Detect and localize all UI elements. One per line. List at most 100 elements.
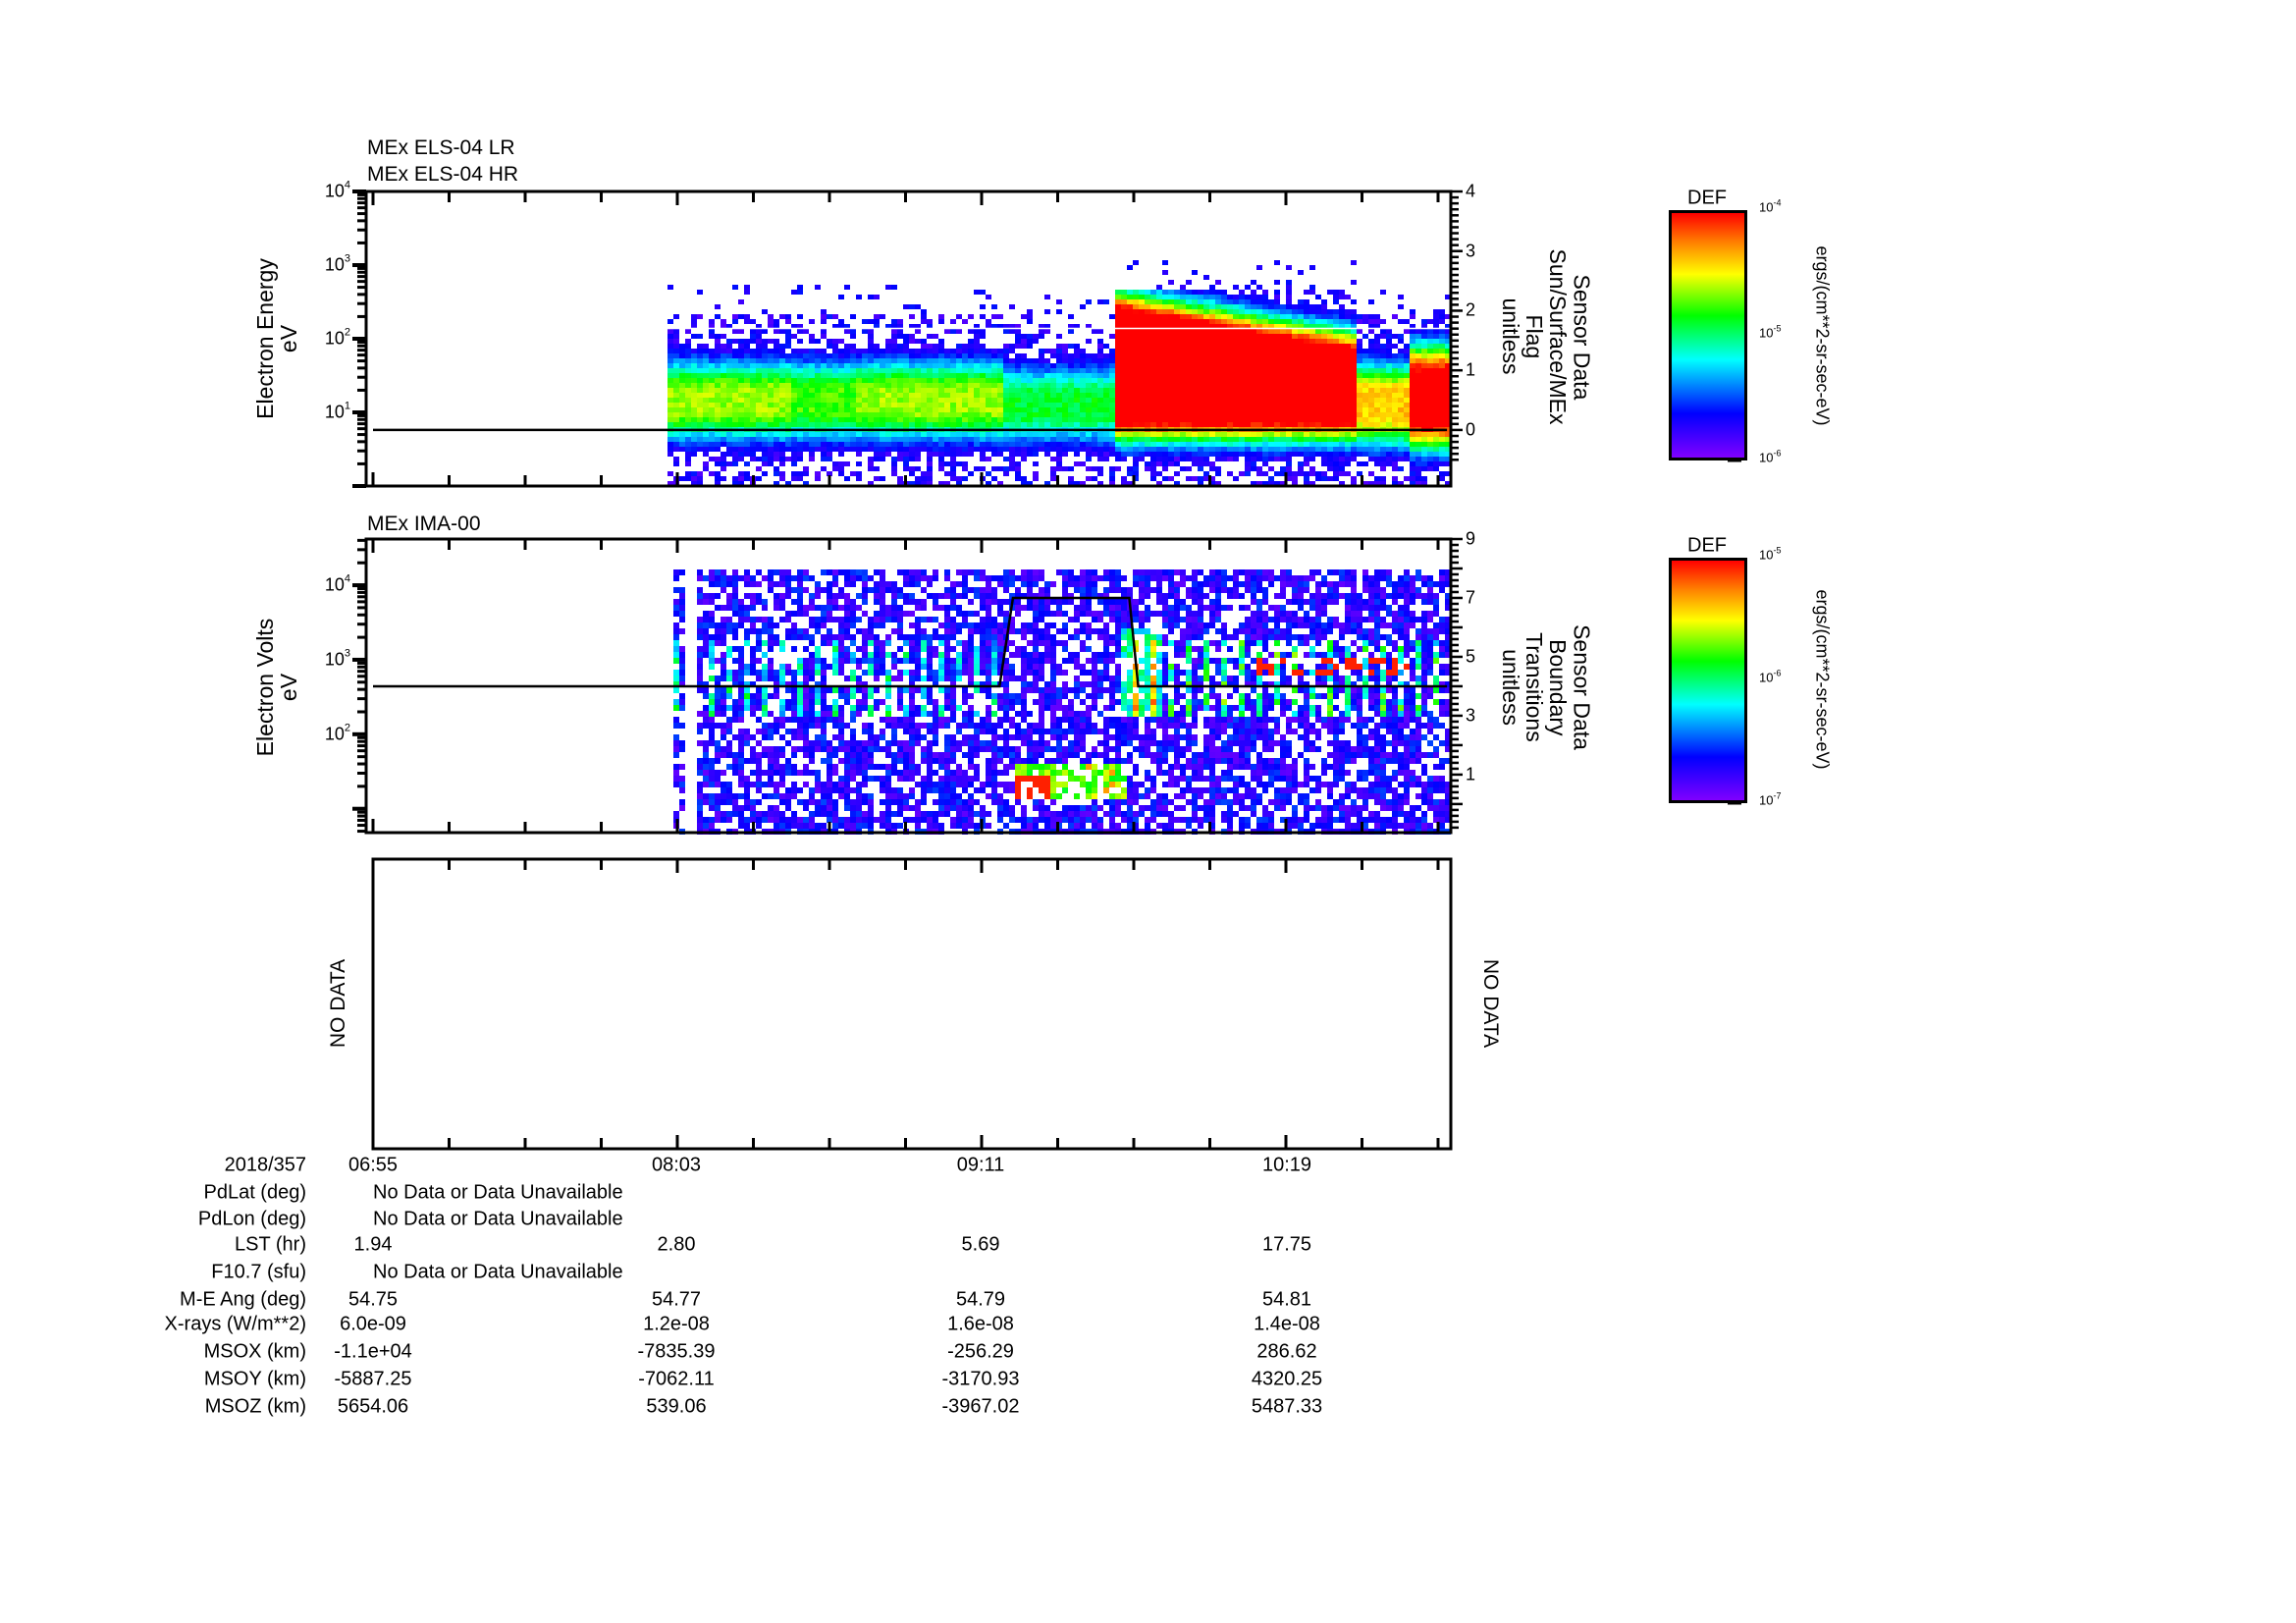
heatmap-cell [1304, 442, 1309, 447]
heatmap-cell [950, 457, 956, 461]
heatmap-cell [1221, 412, 1227, 417]
heatmap-cell [897, 442, 903, 447]
heatmap-cell [997, 398, 1003, 403]
heatmap-cell [703, 717, 709, 723]
heatmap-cell [827, 799, 832, 805]
heatmap-cell [903, 358, 909, 363]
heatmap-cell [1203, 417, 1209, 422]
heatmap-cell [1050, 383, 1056, 388]
heatmap-cell [1368, 417, 1374, 422]
heatmap-cell [821, 811, 827, 817]
heatmap-cell [1304, 304, 1309, 309]
heatmap-cell [703, 403, 709, 407]
heatmap-cell [815, 811, 821, 817]
heatmap-cell [874, 344, 880, 349]
heatmap-cell [1304, 407, 1309, 412]
heatmap-cell [709, 758, 715, 764]
heatmap-cell [673, 699, 679, 705]
heatmap-cell [1062, 353, 1068, 358]
heatmap-cell [1180, 353, 1186, 358]
heatmap-cell [1286, 412, 1292, 417]
heatmap-cell [1351, 452, 1357, 457]
heatmap-cell [1339, 388, 1345, 393]
heatmap-cell [1421, 466, 1427, 471]
heatmap-cell [1003, 388, 1009, 393]
heatmap-cell [1351, 314, 1357, 319]
heatmap-cell [1103, 447, 1109, 452]
heatmap-cell [1251, 339, 1256, 344]
heatmap-cell [880, 383, 885, 388]
heatmap-cell [1427, 344, 1433, 349]
heatmap-cell [1221, 422, 1227, 427]
heatmap-cell [950, 358, 956, 363]
heatmap-cell [1262, 363, 1268, 368]
heatmap-cell [1209, 432, 1215, 437]
heatmap-cell [1327, 368, 1333, 373]
heatmap-cell [726, 575, 732, 581]
heatmap-cell [915, 388, 921, 393]
heatmap-cell [1203, 388, 1209, 393]
heatmap-cell [997, 466, 1003, 471]
heatmap-cell [885, 378, 891, 383]
heatmap-cell [1174, 344, 1180, 349]
heatmap-cell [827, 403, 832, 407]
heatmap-cell [1433, 378, 1439, 383]
heatmap-cell [762, 664, 768, 670]
heatmap-cell [921, 407, 927, 412]
heatmap-cell [832, 670, 838, 676]
heatmap-cell [1262, 422, 1268, 427]
heatmap-cell [991, 417, 997, 422]
heatmap-cell [1174, 290, 1180, 295]
heatmap-cell [1033, 447, 1039, 452]
heatmap-cell [933, 368, 938, 373]
heatmap-cell [797, 634, 803, 640]
heatmap-cell [944, 447, 950, 452]
heatmap-cell [1386, 442, 1392, 447]
heatmap-cell [1439, 368, 1445, 373]
heatmap-cell [673, 587, 679, 593]
heatmap-cell [1033, 383, 1039, 388]
heatmap-cell [744, 729, 750, 734]
heatmap-cell [1404, 422, 1410, 427]
heatmap-cell [1209, 299, 1215, 304]
heatmap-cell [927, 398, 933, 403]
heatmap-cell [874, 358, 880, 363]
heatmap-cell [921, 398, 927, 403]
heatmap-cell [827, 811, 832, 817]
heatmap-cell [738, 805, 744, 811]
heatmap-cell [1321, 344, 1327, 349]
heatmap-cell [1156, 452, 1162, 457]
heatmap-cell [1415, 383, 1421, 388]
heatmap-cell [1109, 476, 1115, 481]
heatmap-cell [715, 442, 721, 447]
heatmap-cell [774, 442, 779, 447]
heatmap-cell [726, 461, 732, 466]
heatmap-cell [732, 634, 738, 640]
heatmap-cell [738, 622, 744, 628]
heatmap-cell [933, 344, 938, 349]
heatmap-cell [703, 388, 709, 393]
heatmap-cell [1304, 368, 1309, 373]
heatmap-cell [774, 746, 779, 752]
heatmap-cell [1074, 349, 1080, 353]
heatmap-cell [709, 776, 715, 782]
heatmap-cell [986, 368, 991, 373]
heatmap-cell [1286, 466, 1292, 471]
heatmap-cell [1304, 417, 1309, 422]
heatmap-cell [697, 437, 703, 442]
heatmap-cell [1115, 339, 1121, 344]
heatmap-cell [721, 693, 726, 699]
heatmap-cell [1280, 358, 1286, 363]
heatmap-cell [1127, 437, 1133, 442]
heatmap-cell [856, 422, 862, 427]
heatmap-cell [1009, 417, 1015, 422]
heatmap-cell [715, 776, 721, 782]
heatmap-cell [1215, 339, 1221, 344]
heatmap-cell [1345, 461, 1351, 466]
heatmap-cell [1315, 314, 1321, 319]
heatmap-cell [1233, 339, 1239, 344]
heatmap-cell [1392, 383, 1398, 388]
heatmap-cell [1186, 388, 1192, 393]
heatmap-cell [1044, 447, 1050, 452]
heatmap-cell [791, 398, 797, 403]
